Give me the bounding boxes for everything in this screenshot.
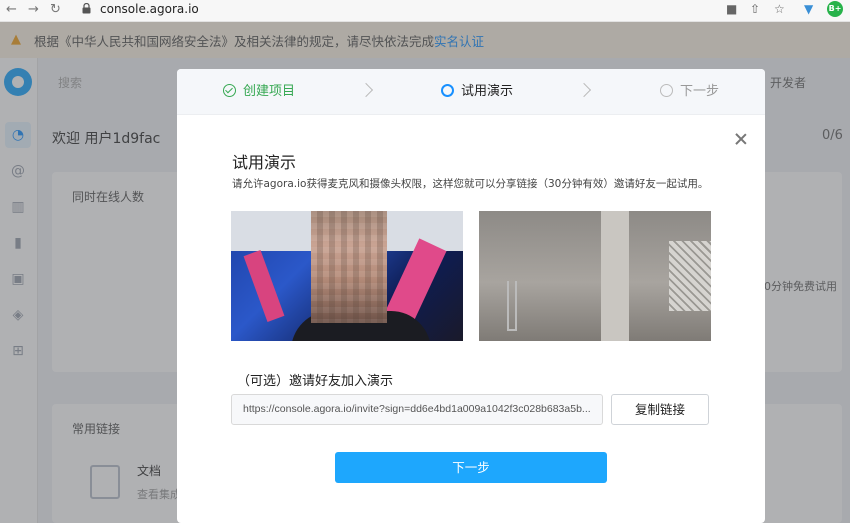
modal-title: 试用演示 — [232, 153, 297, 172]
close-icon[interactable] — [733, 131, 749, 147]
forward-arrow-icon[interactable]: → — [28, 1, 39, 19]
next-step-button[interactable]: 下一步 — [335, 452, 607, 483]
chevron-right-icon — [358, 82, 374, 98]
copy-link-button[interactable]: 复制链接 — [611, 394, 709, 425]
active-circle-icon — [441, 84, 454, 97]
star-icon[interactable]: ☆ — [774, 1, 785, 17]
lock-icon — [82, 3, 91, 14]
local-video — [231, 211, 463, 341]
share-icon[interactable]: ⇧ — [750, 1, 760, 17]
extension-icon[interactable]: ▼ — [804, 1, 813, 17]
check-circle-icon — [223, 84, 236, 97]
invite-link-field[interactable]: https://console.agora.io/invite?sign=dd6… — [231, 394, 603, 425]
invite-label: （可选）邀请好友加入演示 — [237, 374, 394, 389]
pixelated-face — [311, 211, 387, 323]
step-trial-demo: 试用演示 — [441, 84, 513, 100]
step-label: 下一步 — [680, 84, 720, 99]
browser-toolbar: ← → ↻ console.agora.io ■ ⇧ ☆ ▼ B+ — [0, 0, 850, 22]
step-create-project: 创建项目 — [223, 84, 295, 100]
url-text: console.agora.io — [100, 2, 199, 16]
back-arrow-icon[interactable]: ← — [6, 1, 17, 19]
address-bar[interactable]: console.agora.io — [74, 0, 814, 18]
chevron-right-icon — [576, 82, 592, 98]
step-next: 下一步 — [660, 84, 719, 100]
reload-icon[interactable]: ↻ — [50, 1, 61, 19]
camera-icon[interactable]: ■ — [726, 1, 737, 17]
step-label: 试用演示 — [461, 84, 514, 99]
profile-badge[interactable]: B+ — [827, 1, 843, 17]
empty-circle-icon — [660, 84, 673, 97]
trial-demo-modal: 创建项目 试用演示 下一步 试用演示 请允许agora.io获得麦克风和摄像头权… — [177, 69, 765, 523]
modal-description: 请允许agora.io获得麦克风和摄像头权限，这样您就可以分享链接（30分钟有效… — [232, 178, 709, 190]
step-label: 创建项目 — [243, 84, 296, 99]
remote-video — [479, 211, 711, 341]
stepper: 创建项目 试用演示 下一步 — [177, 69, 765, 115]
